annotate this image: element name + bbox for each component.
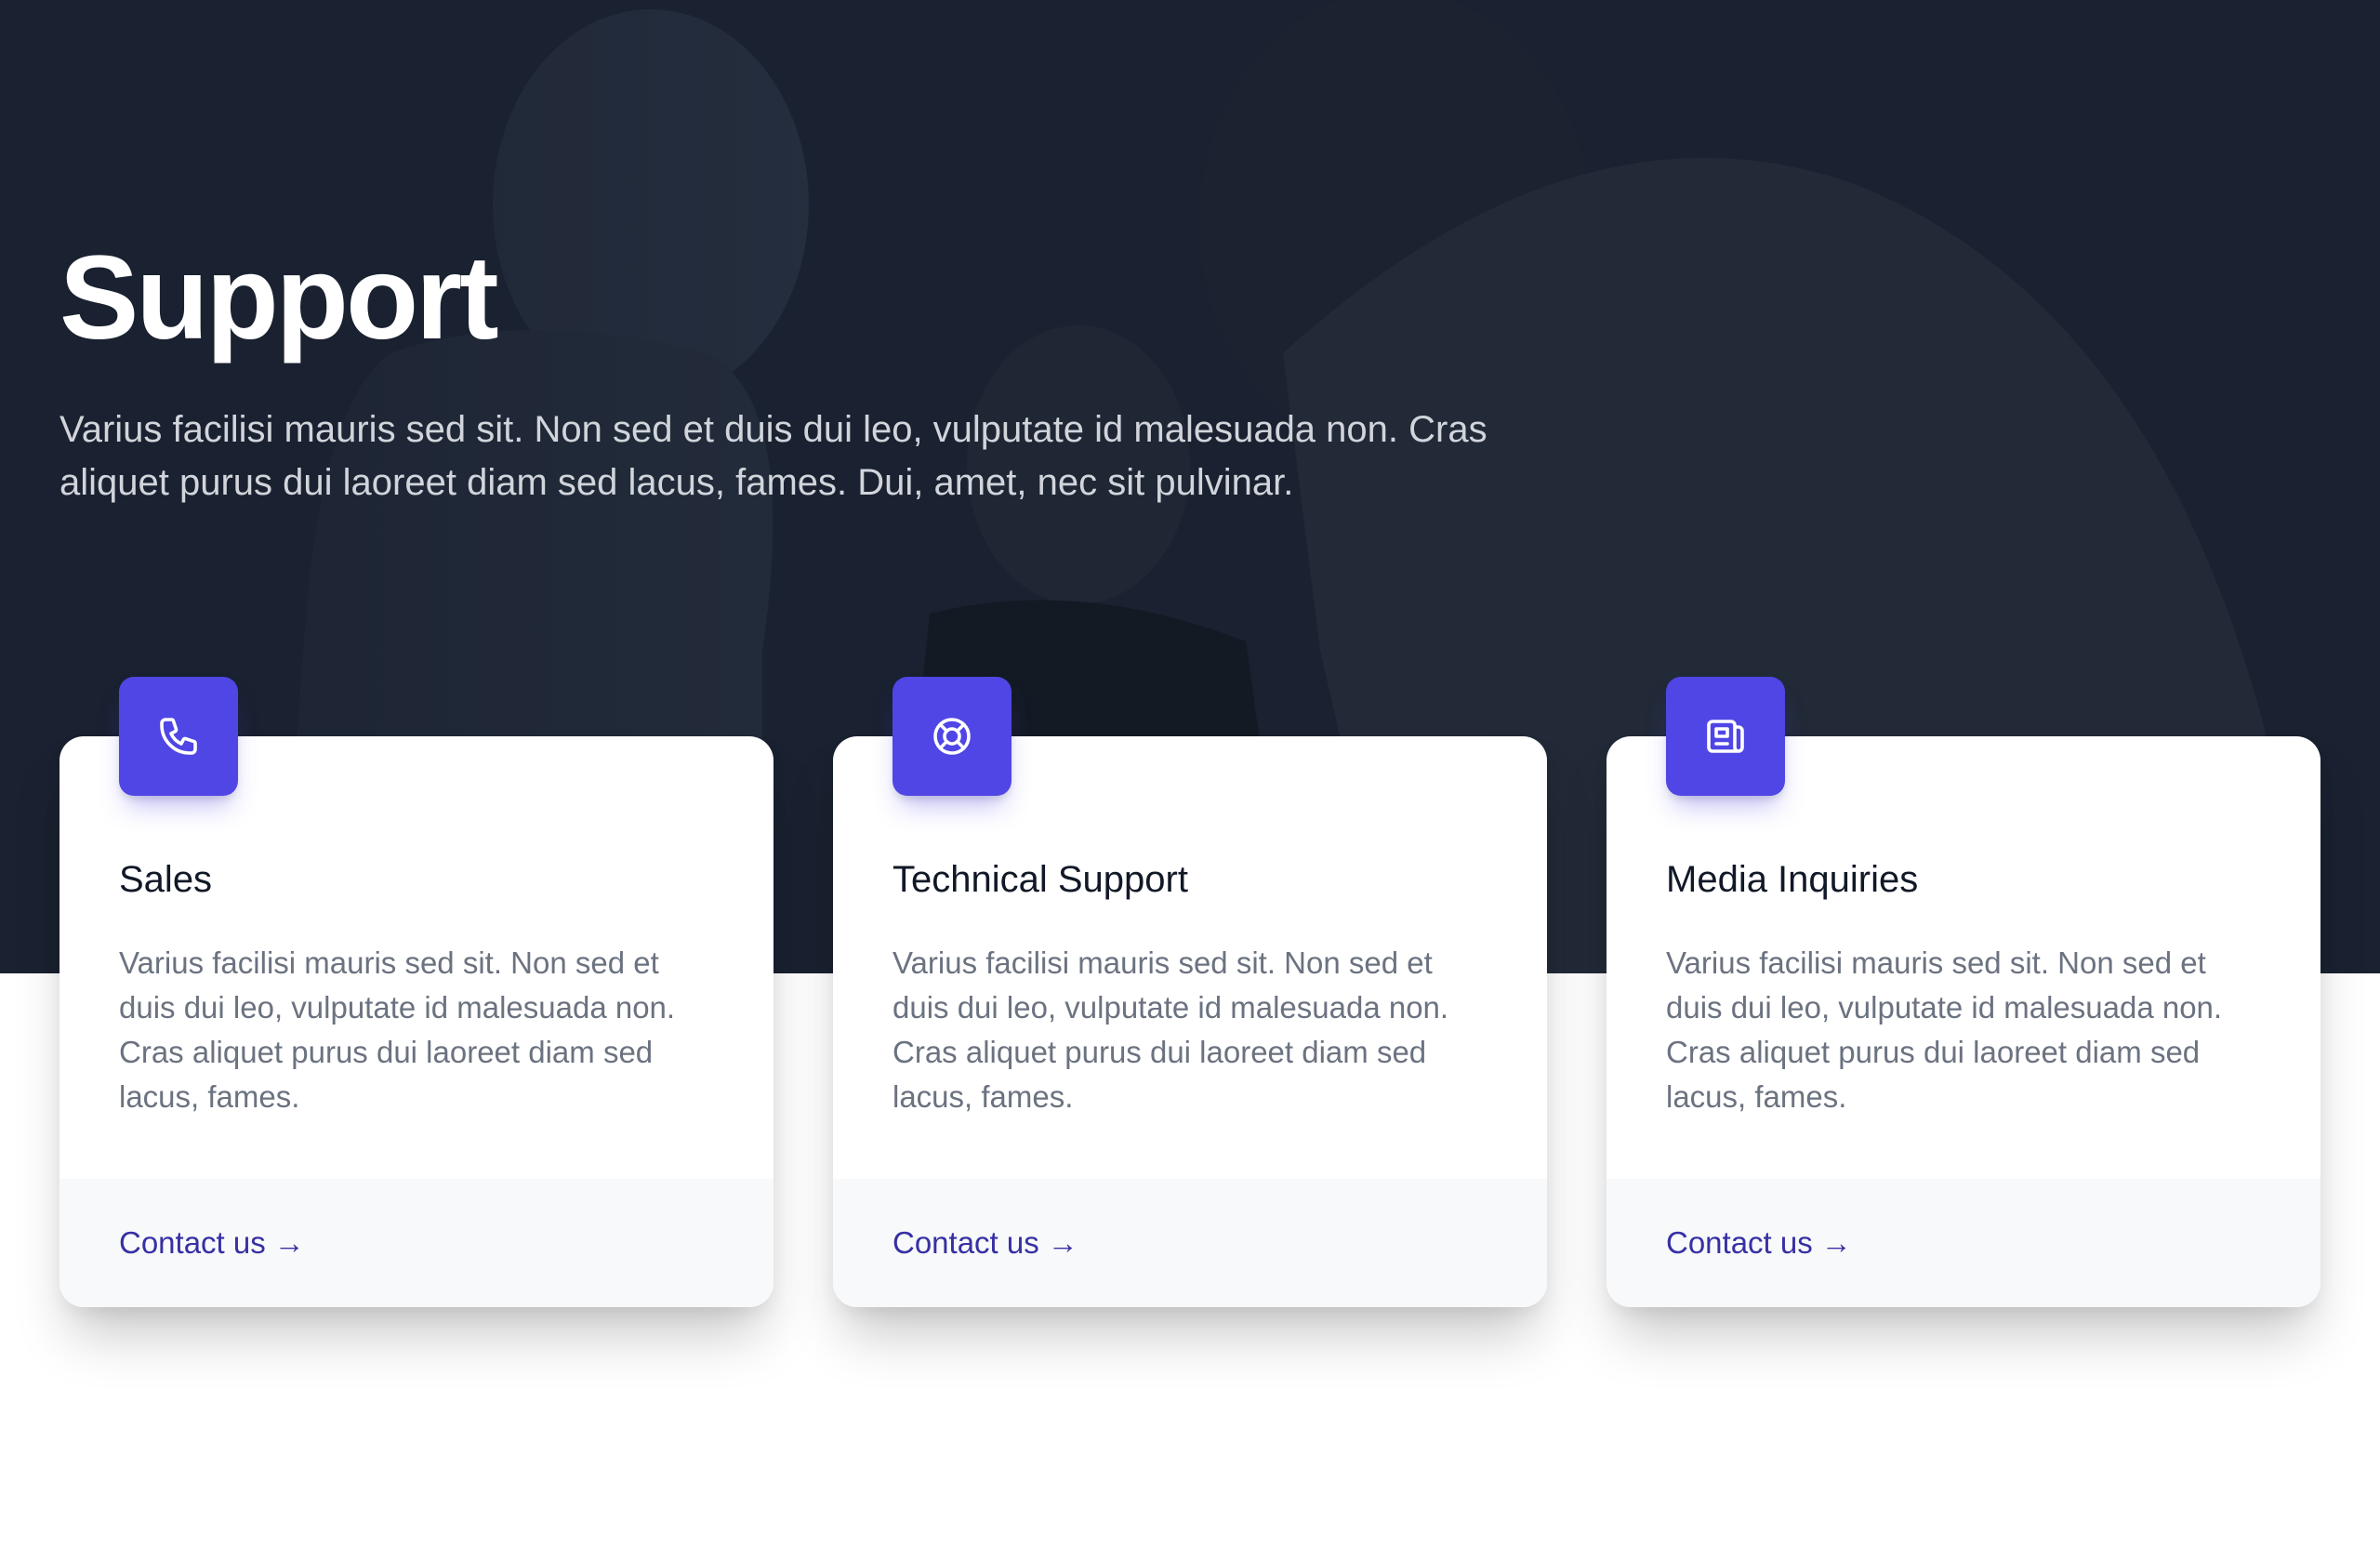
card-sales: Sales Varius facilisi mauris sed sit. No… (60, 677, 774, 1307)
card-body: Technical Support Varius facilisi mauris… (833, 736, 1547, 1179)
phone-icon (119, 677, 238, 796)
card-footer: Contact us → (1606, 1179, 2320, 1307)
card-title: Technical Support (892, 859, 1188, 900)
hero-content: Support Varius facilisi mauris sed sit. … (60, 229, 1640, 509)
link-label: Contact us (892, 1225, 1039, 1260)
card-description: Varius facilisi mauris sed sit. Non sed … (892, 945, 1449, 1114)
card-body: Media Inquiries Varius facilisi mauris s… (1606, 736, 2320, 1179)
contact-us-link-sales[interactable]: Contact us → (119, 1224, 305, 1262)
contact-us-link-technical-support[interactable]: Contact us → (892, 1224, 1078, 1262)
hero-description: Varius facilisi mauris sed sit. Non sed … (60, 409, 1488, 503)
card-description: Varius facilisi mauris sed sit. Non sed … (119, 945, 676, 1114)
arrow-right-icon: → (273, 1225, 305, 1260)
page-title: Support (60, 231, 499, 364)
contact-us-link-media-inquiries[interactable]: Contact us → (1666, 1224, 1852, 1262)
card-footer: Contact us → (60, 1179, 774, 1307)
newspaper-icon (1666, 677, 1785, 796)
card-technical-support: Technical Support Varius facilisi mauris… (833, 677, 1547, 1307)
link-label: Contact us (1666, 1225, 1813, 1260)
arrow-right-icon: → (1820, 1225, 1852, 1260)
card-description: Varius facilisi mauris sed sit. Non sed … (1666, 945, 2223, 1114)
card-footer: Contact us → (833, 1179, 1547, 1307)
contact-cards: Sales Varius facilisi mauris sed sit. No… (60, 677, 2320, 1307)
card-title: Sales (119, 859, 213, 900)
card-media-inquiries: Media Inquiries Varius facilisi mauris s… (1606, 677, 2320, 1307)
lifebuoy-icon (892, 677, 1012, 796)
arrow-right-icon: → (1047, 1225, 1078, 1260)
link-label: Contact us (119, 1225, 266, 1260)
card-title: Media Inquiries (1666, 859, 1919, 900)
support-page: Support Varius facilisi mauris sed sit. … (0, 0, 2380, 1547)
card-body: Sales Varius facilisi mauris sed sit. No… (60, 736, 774, 1179)
